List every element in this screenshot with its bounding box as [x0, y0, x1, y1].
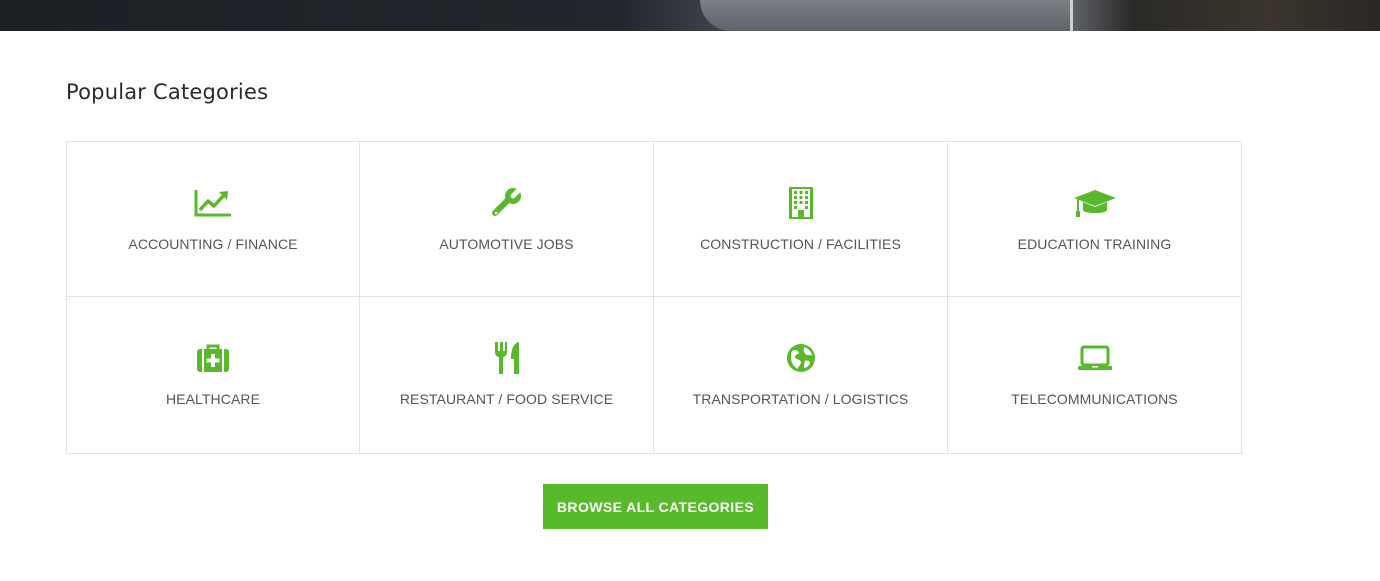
hero-banner-strip [0, 0, 1380, 31]
category-label: TRANSPORTATION / LOGISTICS [692, 391, 909, 407]
category-healthcare[interactable]: HEALTHCARE [67, 297, 360, 453]
categories-grid: ACCOUNTING / FINANCE AUTOMOTIVE JOBS CON… [66, 141, 1242, 454]
building-icon [778, 185, 824, 221]
category-label: CONSTRUCTION / FACILITIES [700, 236, 901, 252]
category-label: TELECOMMUNICATIONS [1011, 391, 1178, 407]
line-chart-icon [190, 185, 236, 221]
globe-icon [778, 340, 824, 376]
category-education-training[interactable]: EDUCATION TRAINING [948, 142, 1241, 297]
category-label: RESTAURANT / FOOD SERVICE [399, 391, 614, 407]
category-label: AUTOMOTIVE JOBS [439, 236, 574, 252]
hero-laptop-image [700, 0, 1072, 31]
category-restaurant-food-service[interactable]: RESTAURANT / FOOD SERVICE [360, 297, 654, 453]
category-construction-facilities[interactable]: CONSTRUCTION / FACILITIES [654, 142, 948, 297]
medkit-icon [190, 340, 236, 376]
category-transportation-logistics[interactable]: TRANSPORTATION / LOGISTICS [654, 297, 948, 453]
category-label: HEALTHCARE [165, 391, 261, 407]
laptop-icon [1072, 340, 1118, 376]
category-label: EDUCATION TRAINING [1017, 236, 1172, 252]
graduation-cap-icon [1072, 185, 1118, 221]
category-telecommunications[interactable]: TELECOMMUNICATIONS [948, 297, 1241, 453]
section-title: Popular Categories [66, 80, 269, 104]
wrench-icon [484, 185, 530, 221]
category-automotive-jobs[interactable]: AUTOMOTIVE JOBS [360, 142, 654, 297]
hero-image-edge [1070, 0, 1073, 31]
cutlery-icon [484, 340, 530, 376]
category-accounting-finance[interactable]: ACCOUNTING / FINANCE [67, 142, 360, 297]
browse-all-categories-button[interactable]: BROWSE ALL CATEGORIES [543, 484, 768, 529]
category-label: ACCOUNTING / FINANCE [128, 236, 298, 252]
